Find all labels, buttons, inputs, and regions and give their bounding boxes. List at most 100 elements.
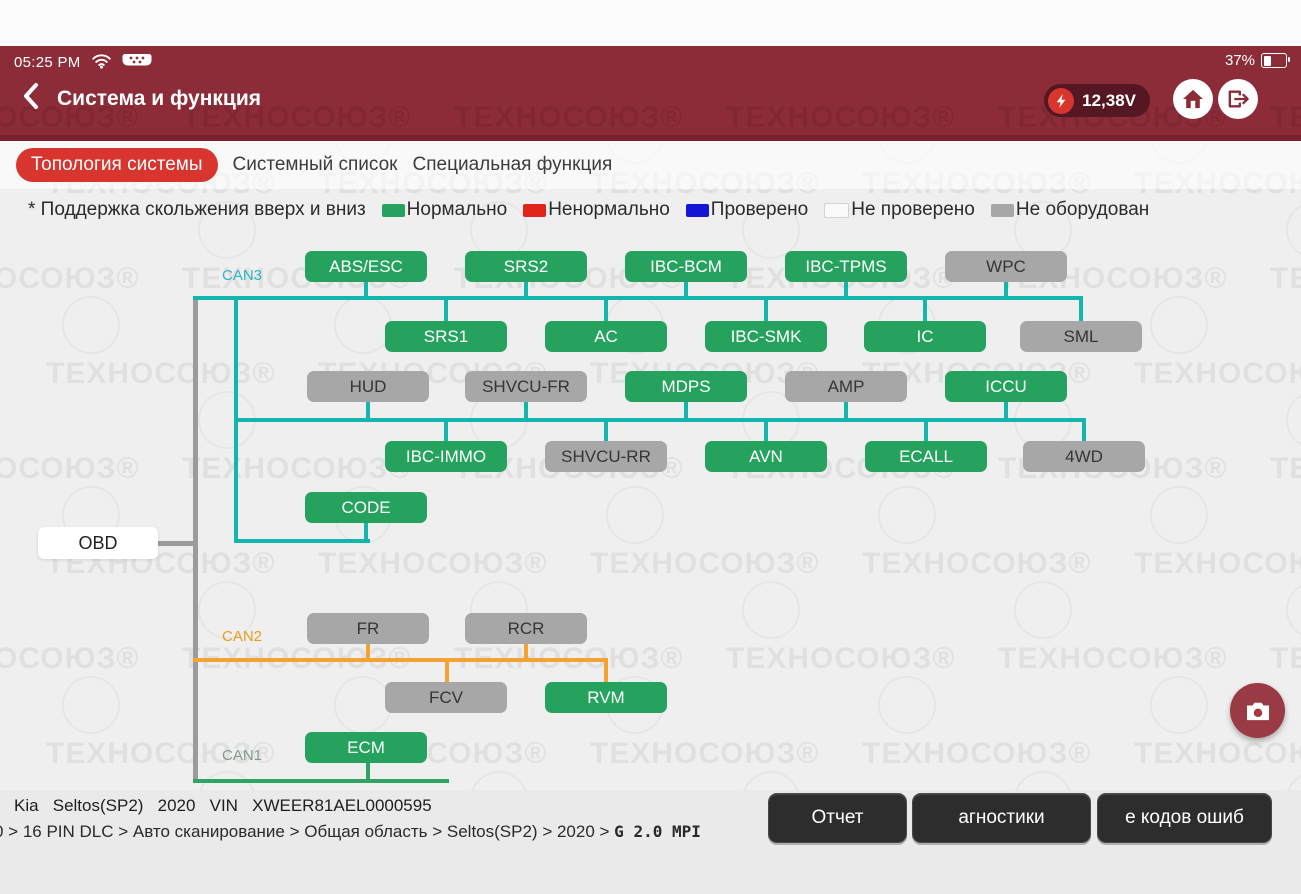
node-ibc-immo[interactable]: IBC-IMMO xyxy=(385,441,507,472)
connector-line xyxy=(1082,420,1086,443)
home-icon xyxy=(1182,89,1204,109)
node-fcv[interactable]: FCV xyxy=(385,682,507,713)
legend-item-not-equipped: Не оборудован xyxy=(991,199,1149,221)
node-ac[interactable]: AC xyxy=(545,321,667,352)
connector-line xyxy=(366,400,370,420)
connector-line xyxy=(366,761,370,781)
can3-label: CAN3 xyxy=(222,267,262,284)
legend-row: * Поддержка скольжения вверх и вниз Норм… xyxy=(28,199,1149,221)
node-amp[interactable]: AMP xyxy=(785,371,907,402)
connector-line xyxy=(764,298,768,323)
connector-line xyxy=(684,281,688,298)
node-code[interactable]: CODE xyxy=(305,492,427,523)
node-mdps[interactable]: MDPS xyxy=(625,371,747,402)
tab-special-function[interactable]: Специальная функция xyxy=(413,154,613,176)
connector-line xyxy=(604,660,608,684)
obd-connector-icon xyxy=(122,51,152,74)
connector-line xyxy=(444,420,448,443)
wifi-icon xyxy=(91,52,112,74)
voltage-badge[interactable]: 12,38V xyxy=(1044,84,1150,117)
connector-line xyxy=(364,281,368,298)
node-fr[interactable]: FR xyxy=(307,613,429,644)
connector-line xyxy=(445,660,449,684)
node-srs1[interactable]: SRS1 xyxy=(385,321,507,352)
node-rvm[interactable]: RVM xyxy=(545,682,667,713)
tab-system-topology[interactable]: Топология системы xyxy=(16,148,218,182)
connector-line xyxy=(923,298,927,323)
title-row: Система и функция xyxy=(22,82,261,115)
connector-line xyxy=(1079,298,1083,323)
node-ecm[interactable]: ECM xyxy=(305,732,427,763)
back-button[interactable] xyxy=(22,82,39,115)
exit-icon xyxy=(1227,89,1249,109)
node-avn[interactable]: AVN xyxy=(705,441,827,472)
node-shvcu-rr[interactable]: SHVCU-RR xyxy=(545,441,667,472)
tab-system-list[interactable]: Системный список xyxy=(233,154,398,176)
node-ibc-tpms[interactable]: IBC-TPMS xyxy=(785,251,907,282)
node-srs2[interactable]: SRS2 xyxy=(465,251,587,282)
node-wpc[interactable]: WPC xyxy=(945,251,1067,282)
legend-swatch-not-equipped xyxy=(991,204,1014,217)
vehicle-info: Kia Seltos(SP2) 2020 VIN XWEER81AEL00005… xyxy=(14,796,432,816)
legend-label-checked: Проверено xyxy=(711,199,808,221)
home-button[interactable] xyxy=(1173,79,1213,119)
connector-line xyxy=(684,400,688,420)
connector-line xyxy=(604,420,608,443)
node-iccu[interactable]: ICCU xyxy=(945,371,1067,402)
legend-swatch-not-checked xyxy=(824,203,849,218)
clock: 05:25 PM xyxy=(14,54,81,71)
page-title: Система и функция xyxy=(57,87,261,111)
connector-line xyxy=(364,521,368,541)
tab-bar: Топология системы Системный список Специ… xyxy=(0,141,1301,189)
can3-bus3-line xyxy=(234,539,370,543)
legend-item-normal: Нормально xyxy=(382,199,508,221)
node-ecall[interactable]: ECALL xyxy=(865,441,987,472)
obd-trunk-line xyxy=(193,296,198,783)
connector-line xyxy=(1004,400,1008,420)
connector-line xyxy=(524,281,528,298)
breadcrumb: 0 > 16 PIN DLC > Авто сканирование > Общ… xyxy=(0,822,701,842)
node-4wd[interactable]: 4WD xyxy=(1023,441,1145,472)
legend-label-not-checked: Не проверено xyxy=(851,199,975,221)
node-ic[interactable]: IC xyxy=(864,321,986,352)
connector-line xyxy=(844,400,848,420)
report-button[interactable]: Отчет xyxy=(768,793,907,843)
screenshot-button[interactable] xyxy=(1230,683,1285,738)
status-bar-right: 37% xyxy=(1225,52,1287,69)
legend-item-abnormal: Ненормально xyxy=(523,199,670,221)
legend-swatch-normal xyxy=(382,204,405,217)
app-screen: ТЕХНОСОЮЗ®ТЕХНОСОЮЗ®ТЕХНОСОЮЗ®ТЕХНОСОЮЗ®… xyxy=(0,0,1301,894)
can2-bus-line xyxy=(193,658,608,662)
legend-label-normal: Нормально xyxy=(407,199,508,221)
node-rcr[interactable]: RCR xyxy=(465,613,587,644)
connector-line xyxy=(604,298,608,323)
battery-icon xyxy=(1261,53,1287,68)
legend-swatch-abnormal xyxy=(523,204,546,217)
battery-percent: 37% xyxy=(1225,52,1255,69)
node-shvcu-fr[interactable]: SHVCU-FR xyxy=(465,371,587,402)
breadcrumb-engine: G 2.0 MPI xyxy=(614,822,701,841)
camera-icon xyxy=(1245,700,1271,722)
diagnostics-button[interactable]: агностики xyxy=(912,793,1091,843)
connector-line xyxy=(924,420,928,443)
obd-branch-line xyxy=(156,541,195,546)
node-sml[interactable]: SML xyxy=(1020,321,1142,352)
node-ibc-smk[interactable]: IBC-SMK xyxy=(705,321,827,352)
legend-item-not-checked: Не проверено xyxy=(824,199,975,221)
legend-note: * Поддержка скольжения вверх и вниз xyxy=(28,199,366,221)
connector-line xyxy=(444,298,448,323)
node-ibc-bcm[interactable]: IBC-BCM xyxy=(625,251,747,282)
header-bar: ТЕХНОСОЮЗ®ТЕХНОСОЮЗ®ТЕХНОСОЮЗ®ТЕХНОСОЮЗ®… xyxy=(0,46,1301,141)
can2-label: CAN2 xyxy=(222,628,262,645)
node-obd[interactable]: OBD xyxy=(38,527,158,559)
connector-line xyxy=(844,281,848,298)
node-abs-esc[interactable]: ABS/ESC xyxy=(305,251,427,282)
read-dtc-button[interactable]: е кодов ошиб xyxy=(1097,793,1272,843)
connector-line xyxy=(764,420,768,443)
legend-label-abnormal: Ненормально xyxy=(548,199,670,221)
node-hud[interactable]: HUD xyxy=(307,371,429,402)
exit-button[interactable] xyxy=(1218,79,1258,119)
footer-bar: Kia Seltos(SP2) 2020 VIN XWEER81AEL00005… xyxy=(0,790,1301,894)
legend-item-checked: Проверено xyxy=(686,199,808,221)
breadcrumb-path: 0 > 16 PIN DLC > Авто сканирование > Общ… xyxy=(0,822,614,841)
